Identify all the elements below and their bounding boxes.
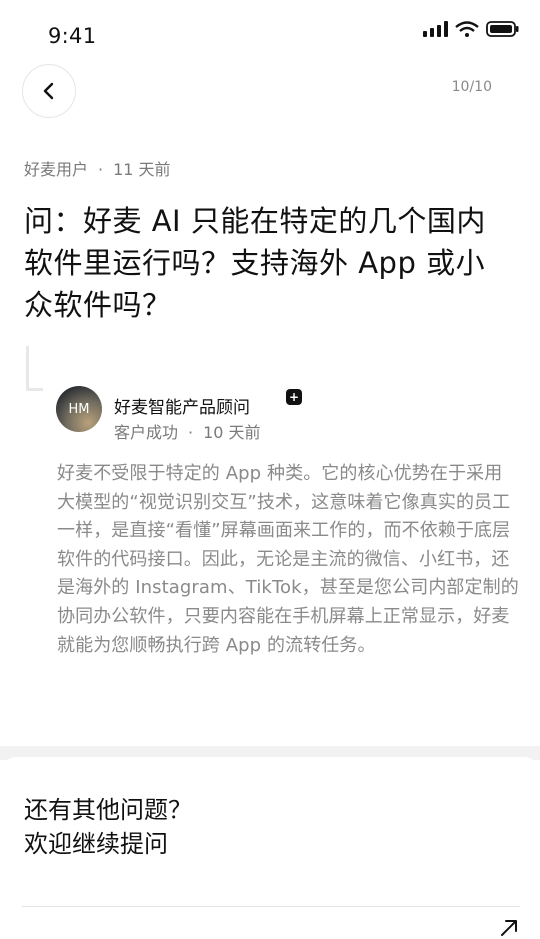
back-button[interactable] — [22, 64, 76, 118]
question-time: 11 天前 — [113, 160, 171, 179]
plus-badge: + — [286, 389, 302, 405]
status-icons — [423, 20, 520, 38]
signal-icon — [423, 21, 448, 37]
question-meta: 好麦用户 · 11 天前 — [24, 156, 171, 180]
header: 10/10 — [0, 60, 540, 120]
answer-text: 好麦不受限于特定的 App 种类。它的核心优势在于采用大模型的“视觉识别交互”技… — [57, 463, 519, 656]
answer-author: 好麦智能产品顾问 — [114, 398, 250, 418]
ask-more-card[interactable]: 还有其他问题？ 欢迎继续提问 — [0, 757, 540, 936]
answer-time: 10 天前 — [203, 423, 261, 442]
answer-header: HM 好麦智能产品顾问 + 客户成功 · 10 天前 — [56, 386, 516, 442]
ask-more-line1: 还有其他问题？ — [24, 796, 192, 824]
status-bar: 9:41 — [0, 0, 540, 60]
ask-more-line2: 欢迎继续提问 — [24, 830, 168, 858]
meta-separator: · — [98, 160, 104, 179]
divider — [22, 906, 520, 907]
meta-separator: · — [188, 423, 194, 442]
page-indicator: 10/10 — [451, 79, 492, 95]
avatar[interactable]: HM — [56, 386, 102, 432]
answer-meta: 客户成功 · 10 天前 — [114, 419, 261, 443]
chevron-left-icon — [43, 82, 54, 100]
battery-icon — [486, 21, 519, 37]
question-text: 问：好麦 AI 只能在特定的几个国内软件里运行吗？支持海外 App 或小众软件吗… — [24, 204, 486, 322]
question-author: 好麦用户 — [24, 160, 89, 179]
wifi-icon — [455, 21, 479, 37]
status-time: 9:41 — [48, 24, 97, 48]
reply-connector — [26, 346, 43, 391]
ask-more-title: 还有其他问题？ 欢迎继续提问 — [24, 793, 192, 861]
answer-role: 客户成功 — [114, 423, 179, 442]
